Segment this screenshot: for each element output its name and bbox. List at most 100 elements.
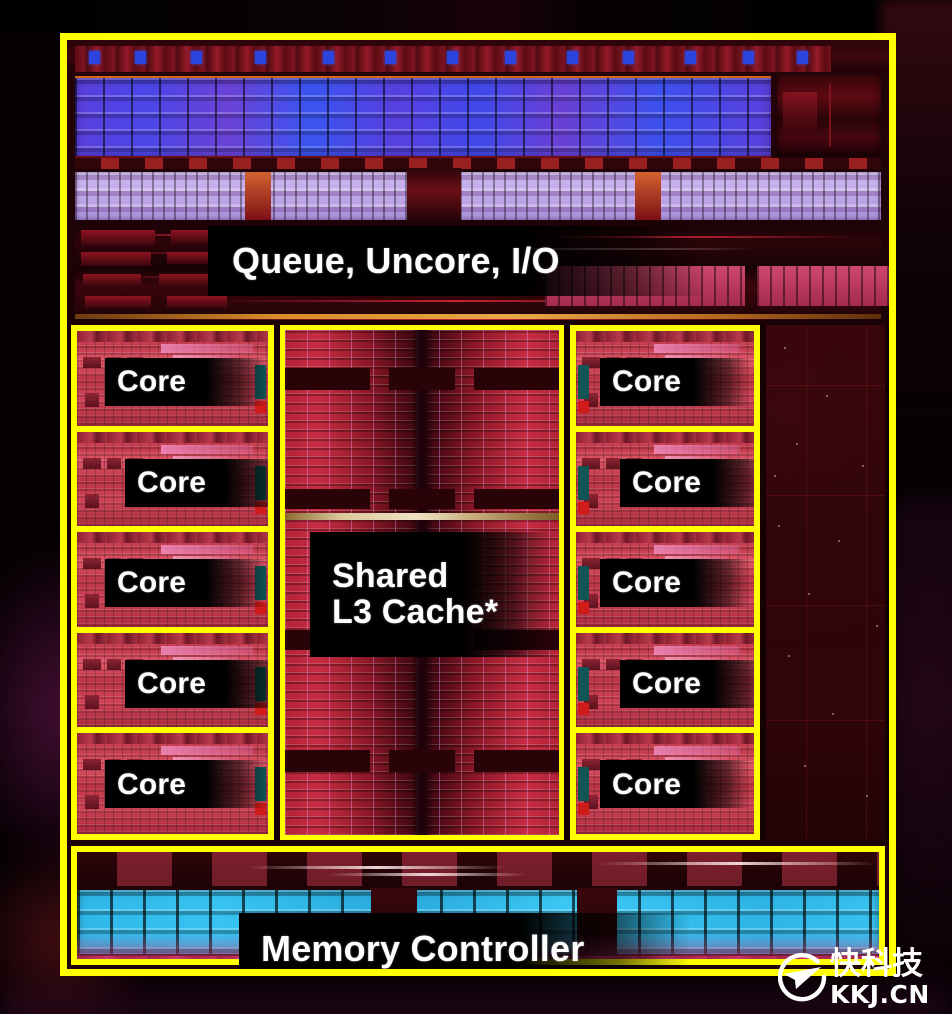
core-sub-block	[85, 393, 99, 407]
core-red-tap	[578, 501, 589, 514]
core-sub-block	[107, 457, 121, 469]
dark-grid-line	[806, 325, 807, 840]
core-pink-stripe	[654, 645, 740, 655]
dark-grid-line	[766, 495, 885, 496]
dark-grid-line	[866, 325, 867, 840]
core-sub-block	[83, 357, 101, 368]
dark-grid-line	[766, 720, 885, 721]
io-pad-row	[75, 46, 831, 72]
core-top-band	[77, 733, 268, 745]
io-pad	[447, 51, 458, 64]
io-pad	[797, 51, 808, 64]
core-top-band	[77, 331, 268, 342]
region-dark-fill-right	[766, 325, 885, 840]
background-glow-lower-right	[890, 500, 952, 1014]
io-pad	[385, 51, 396, 64]
core-top-band	[77, 632, 268, 644]
core-block: Core	[77, 733, 268, 834]
core-block: Core	[77, 431, 268, 533]
io-pad	[191, 51, 202, 64]
core-teal-tap	[578, 666, 589, 701]
dark-speck	[788, 655, 790, 657]
dark-speck	[876, 625, 878, 627]
die-shot-image: Core Core Core Core Core Core Core Core Core Cor…	[0, 0, 952, 1014]
core-sub-block	[85, 795, 99, 810]
core-top-band	[576, 632, 754, 644]
core-sub-block	[606, 457, 620, 469]
dark-speck	[808, 593, 810, 595]
label-core-text: Core	[612, 566, 682, 600]
dark-speck	[778, 525, 780, 527]
uncore-block	[83, 274, 141, 286]
label-core: Core	[600, 760, 750, 809]
dark-speck	[796, 443, 798, 445]
cpu-die-outline: Core Core Core Core Core Core Core Core Core Cor…	[60, 33, 896, 976]
core-pink-stripe	[161, 645, 253, 655]
label-core: Core	[620, 458, 754, 507]
io-pad	[135, 51, 146, 64]
core-sub-block	[107, 658, 121, 670]
label-core-text: Core	[612, 767, 682, 801]
label-core-text: Core	[117, 365, 187, 399]
core-block: Core	[576, 632, 754, 734]
io-pad	[567, 51, 578, 64]
uncore-block	[81, 230, 155, 246]
core-top-band	[576, 431, 754, 443]
core-column-right: Core Core Core Core Core	[570, 325, 760, 840]
dark-grid-line	[766, 605, 885, 606]
io-transceiver-array	[75, 76, 771, 158]
io-corner-block	[777, 74, 881, 156]
label-memory-controller-text: Memory Controller	[261, 928, 585, 969]
label-core: Core	[105, 559, 267, 608]
core-red-tap	[578, 401, 589, 413]
core-teal-tap	[578, 566, 589, 601]
dark-speck	[832, 713, 834, 715]
core-top-band	[576, 331, 754, 342]
background-glow-bottom	[0, 970, 952, 1014]
label-core-text: Core	[632, 465, 702, 499]
uncore-array	[757, 266, 889, 306]
core-pink-stripe	[654, 444, 740, 454]
core-block: Core	[576, 532, 754, 633]
dark-speck	[774, 475, 776, 477]
core-sub-block	[83, 457, 101, 469]
label-core: Core	[600, 358, 750, 406]
label-core-text: Core	[137, 667, 207, 701]
core-block: Core	[576, 331, 754, 432]
core-sub-block	[85, 493, 99, 508]
core-sub-block	[83, 558, 101, 570]
core-sub-block	[606, 658, 620, 670]
core-teal-tap	[578, 465, 589, 500]
label-queue-uncore-io: Queue, Uncore, I/O	[208, 226, 708, 296]
dark-speck	[826, 395, 828, 397]
io-pad	[323, 51, 334, 64]
uncore-power-rail	[75, 314, 881, 319]
core-pink-stripe	[161, 746, 253, 756]
dark-grid-line	[766, 385, 885, 386]
label-core-text: Core	[137, 465, 207, 499]
dark-speck	[862, 465, 864, 467]
label-core: Core	[620, 659, 754, 708]
label-core-text: Core	[632, 667, 702, 701]
core-pink-stripe	[161, 545, 253, 555]
background-top-strip	[0, 0, 952, 34]
label-core: Core	[105, 358, 267, 406]
core-teal-tap	[578, 767, 589, 802]
core-sub-block	[83, 759, 101, 771]
dark-speck	[838, 540, 840, 542]
uncore-block	[81, 252, 151, 266]
core-pink-stripe	[161, 444, 253, 454]
io-lavender-array	[75, 168, 881, 224]
io-pad	[743, 51, 754, 64]
label-core: Core	[125, 458, 268, 507]
core-red-tap	[578, 803, 589, 816]
label-core: Core	[125, 659, 268, 708]
core-sub-block	[85, 694, 99, 709]
core-column-left: Core Core Core Core Core	[71, 325, 274, 840]
dark-speck	[784, 347, 786, 349]
core-sub-block	[85, 594, 99, 609]
uncore-block	[85, 296, 151, 308]
uncore-block	[167, 296, 227, 308]
dark-speck	[804, 765, 806, 767]
label-memory-controller: Memory Controller	[239, 913, 691, 969]
